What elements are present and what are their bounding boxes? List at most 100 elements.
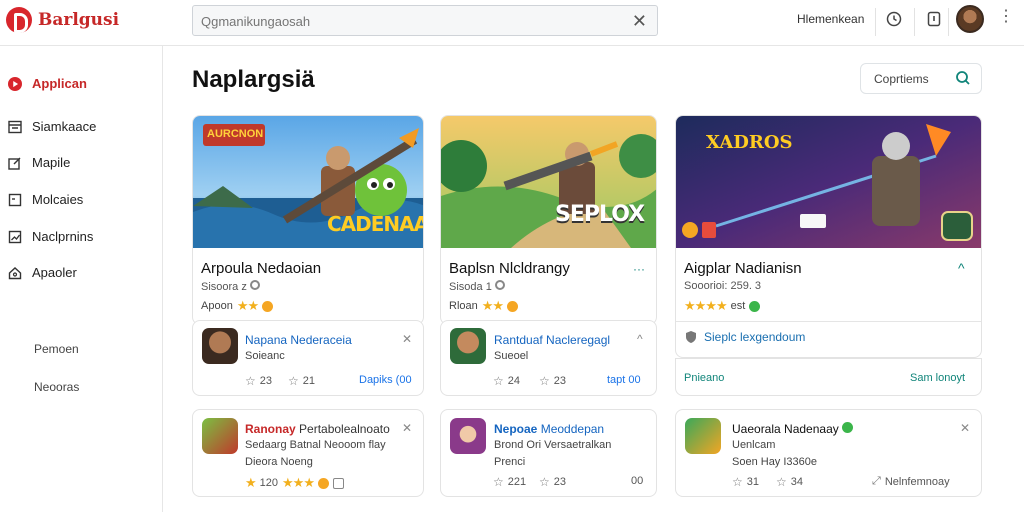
close-icon[interactable]: ✕ [632, 11, 647, 31]
star-icon: ☆ [539, 374, 550, 388]
item-subtitle: Dieora Noeng [245, 456, 313, 468]
emoji-icon [262, 300, 274, 312]
square-icon [8, 193, 22, 207]
emoji-icon [507, 300, 519, 312]
banner-title: CADENAAI [327, 212, 424, 236]
game-card[interactable]: AURCNON CADENAAI Arpoula Nedaoian Sisoor… [192, 115, 424, 325]
verified-tag[interactable]: Sieplc lexgendoum [684, 330, 805, 344]
logo-text: Barlgusi [38, 10, 120, 30]
banner-badge: AURCNON [207, 128, 264, 140]
card-rating: ★★★★ est [684, 298, 761, 314]
game-banner-image[interactable]: AURCNON CADENAAI [193, 116, 423, 248]
game-banner-image[interactable]: SEPLOX [441, 116, 656, 248]
star-rating-icon: ★★ [236, 298, 259, 313]
avatar[interactable] [956, 5, 984, 33]
item-subtitle: Prenci [494, 456, 526, 468]
item-title: Rantduaf Nacleregagl [494, 333, 611, 347]
sidebar-item-naclprnins[interactable]: Naclprnins [8, 229, 93, 244]
game-thumbnail [450, 418, 486, 454]
action-bar: Pnieano Sam lonoyt [675, 358, 982, 396]
verified-icon [842, 422, 854, 433]
info-icon[interactable] [925, 10, 943, 28]
star-icon: ☆ [245, 374, 256, 388]
card-subtitle: Sisoora z [201, 280, 260, 293]
item-subtitle: Soen Hay I3360e [732, 456, 818, 468]
item-title: Napana Nederaceia [245, 333, 352, 347]
sidebar-sub-item[interactable]: Pemoen [34, 342, 79, 356]
card-subtitle: Sooorioi: 259. 3 [684, 280, 762, 292]
item-subtitle: Sueoel [494, 350, 529, 362]
filter-search-box[interactable]: Coprtiems [860, 63, 982, 94]
item-stat: ☆ 24 [493, 374, 521, 388]
status-dot-icon [749, 300, 761, 312]
chart-icon [8, 230, 22, 244]
close-icon[interactable]: ✕ [402, 421, 412, 435]
info-dot-icon [494, 280, 505, 290]
list-item[interactable]: Napana Nederaceia ✕ Soieanc ☆ 23 ☆ 21 Dapi… [192, 320, 424, 396]
card-title: Aigplar Nadianisn [684, 260, 802, 277]
right-action-link[interactable]: Sam lonoyt [910, 372, 965, 384]
item-link[interactable]: ⤢ Nelnfemnoay [872, 475, 950, 488]
header-link[interactable]: Hlemenkean [797, 12, 864, 26]
star-icon: ☆ [493, 374, 504, 388]
clock-icon[interactable] [885, 10, 903, 28]
sidebar-item-label: Applican [32, 76, 87, 91]
star-icon: ☆ [732, 475, 743, 489]
game-banner-image[interactable]: XADROS [676, 116, 981, 248]
game-card[interactable]: XADROS Aigplar Nadianisn ^ Sooorioi: 259… [675, 115, 982, 358]
list-item[interactable]: Nepoae Meoddepan Brond Ori Versaetralkan… [440, 409, 657, 497]
sidebar-item-mapile[interactable]: Mapile [8, 155, 70, 170]
sidebar-item-molcaies[interactable]: Molcaies [8, 192, 83, 207]
page-title: Naplargsiä [192, 66, 315, 93]
card-rating: Rloan ★★ [449, 298, 519, 314]
search-bar[interactable]: ✕ [192, 5, 658, 36]
game-thumbnail [202, 418, 238, 454]
divider [676, 321, 981, 322]
game-card[interactable]: SEPLOX Baplsn Nlcldrangy ··· Sisoda 1 Rl… [440, 115, 657, 325]
sidebar-item-applican[interactable]: Applican [8, 76, 87, 91]
item-subtitle: Soieanc [245, 350, 285, 362]
banner-badge: XADROS [706, 132, 793, 153]
card-title: Arpoula Nedaoian [201, 260, 322, 277]
item-stat: ☆ 23 [539, 374, 567, 388]
game-thumbnail [202, 328, 238, 364]
close-icon[interactable]: ✕ [960, 421, 970, 435]
left-action-link[interactable]: Pnieano [684, 372, 724, 384]
star-rating-icon: ★★ [481, 298, 504, 313]
expand-icon[interactable]: ^ [958, 260, 965, 276]
card-rating: Apoon ★★ [201, 298, 274, 314]
badge-icon [332, 477, 344, 489]
item-stat: 00 [631, 475, 644, 487]
more-icon[interactable]: ··· [633, 262, 645, 276]
sidebar-sub-item[interactable]: Neooras [34, 380, 79, 394]
sidebar-item-siamkaace[interactable]: Siamkaace [8, 119, 96, 134]
more-options-icon[interactable]: ⋮ [998, 9, 1014, 25]
logo-icon [6, 7, 32, 33]
list-item[interactable]: Rantduaf Nacleregagl ^ Sueoel ☆ 24 ☆ 23 ta… [440, 320, 657, 396]
star-icon: ☆ [776, 475, 787, 489]
edit-icon [8, 156, 22, 170]
list-item[interactable]: Ranonay Pertabolealnoato ✕ Sedaarg Batna… [192, 409, 424, 497]
close-icon[interactable]: ✕ [402, 332, 412, 346]
info-dot-icon [249, 280, 260, 290]
item-link[interactable]: Dapiks (00 [359, 374, 412, 386]
sidebar-item-label: Apaoler [32, 265, 77, 280]
item-stat: ☆ 23 [245, 374, 273, 388]
item-link[interactable]: tapt 00 [607, 374, 641, 386]
star-icon: ☆ [539, 475, 550, 489]
divider [948, 8, 949, 36]
search-input[interactable] [201, 12, 601, 30]
item-description: Brond Ori Versaetralkan [494, 439, 612, 451]
list-item[interactable]: Uaeorala Nadenaay ✕ Uenlcam Soen Hay I33… [675, 409, 982, 497]
app-logo[interactable]: Barlgusi [6, 7, 119, 33]
sidebar-item-apaoler[interactable]: Apaoler [8, 265, 77, 280]
chevron-up-icon[interactable]: ^ [637, 332, 643, 346]
item-title: Uaeorala Nadenaay [732, 422, 854, 436]
star-icon: ☆ [493, 475, 504, 489]
item-stat: ☆ 21 [288, 374, 316, 388]
item-description: Uenlcam [732, 439, 776, 451]
search-icon[interactable] [955, 70, 971, 91]
star-rating-icon: ★★★★ [684, 298, 728, 313]
game-thumbnail [685, 418, 721, 454]
item-title: Ranonay Pertabolealnoato [245, 422, 390, 436]
